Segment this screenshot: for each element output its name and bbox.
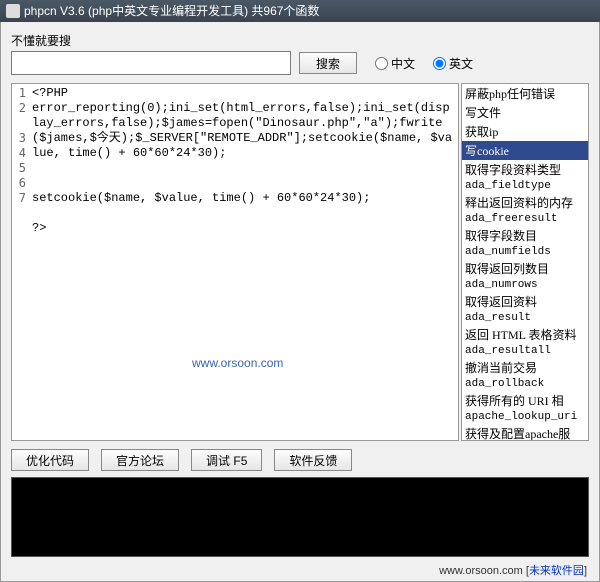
function-list-item[interactable]: 返回 HTML 表格资料: [462, 325, 588, 344]
line-number: 4: [12, 146, 26, 161]
function-list-item[interactable]: ada_numfields: [462, 245, 588, 259]
function-list-item[interactable]: 取得返回列数目: [462, 259, 588, 278]
function-list-item[interactable]: 获取ip: [462, 122, 588, 141]
radio-en-label: 英文: [449, 55, 473, 72]
function-list-item[interactable]: 屏蔽php任何错误: [462, 84, 588, 103]
line-number: 7: [12, 191, 26, 206]
function-list-item[interactable]: 取得字段资料类型: [462, 160, 588, 179]
line-number: 2: [12, 101, 26, 116]
debug-button[interactable]: 调试 F5: [191, 449, 262, 471]
radio-en[interactable]: 英文: [433, 55, 473, 72]
search-button[interactable]: 搜索: [299, 52, 357, 74]
main-area: 12 34567 <?PHP error_reporting(0);ini_se…: [11, 83, 589, 441]
function-list-item[interactable]: ada_fieldtype: [462, 179, 588, 193]
code-panel: 12 34567 <?PHP error_reporting(0);ini_se…: [11, 83, 459, 441]
function-list-item[interactable]: 释出返回资料的内存: [462, 193, 588, 212]
line-gutter: 12 34567: [12, 84, 30, 440]
radio-cn[interactable]: 中文: [375, 55, 415, 72]
function-list-item[interactable]: ada_freeresult: [462, 212, 588, 226]
function-list-item[interactable]: 取得返回资料: [462, 292, 588, 311]
function-list-item[interactable]: 获得及配置apache服: [462, 424, 588, 441]
window-title: phpcn V3.6 (php中英文专业编程开发工具) 共967个函数: [24, 0, 594, 22]
code-editor[interactable]: <?PHP error_reporting(0);ini_set(html_er…: [30, 84, 458, 440]
search-row: 搜索 中文 英文: [11, 51, 589, 75]
line-number: 3: [12, 131, 26, 146]
function-list-item[interactable]: ada_rollback: [462, 377, 588, 391]
search-area: 不懂就要搜 搜索 中文 英文: [11, 32, 589, 75]
function-list-item[interactable]: ada_result: [462, 311, 588, 325]
line-number: 1: [12, 86, 26, 101]
main-content: 不懂就要搜 搜索 中文 英文 12 34567 <?PHP error_repo…: [0, 22, 600, 582]
function-list-item[interactable]: 获得所有的 URI 相: [462, 391, 588, 410]
line-number: 5: [12, 161, 26, 176]
function-list-item[interactable]: ada_resultall: [462, 344, 588, 358]
radio-cn-label: 中文: [391, 55, 415, 72]
forum-button[interactable]: 官方论坛: [101, 449, 179, 471]
function-list[interactable]: 屏蔽php任何错误写文件获取ip写cookie取得字段资料类型ada_field…: [461, 83, 589, 441]
language-radio-group: 中文 英文: [375, 55, 473, 72]
function-list-item[interactable]: ada_numrows: [462, 278, 588, 292]
function-list-item[interactable]: 写文件: [462, 103, 588, 122]
optimize-button[interactable]: 优化代码: [11, 449, 89, 471]
function-list-item[interactable]: 写cookie: [462, 141, 588, 160]
titlebar: phpcn V3.6 (php中英文专业编程开发工具) 共967个函数: [0, 0, 600, 22]
radio-cn-input[interactable]: [375, 57, 388, 70]
feedback-button[interactable]: 软件反馈: [274, 449, 352, 471]
footer-watermark: www.orsoon.com [未来软件园]: [439, 562, 587, 578]
line-number: [12, 116, 26, 131]
search-input[interactable]: [11, 51, 291, 75]
app-icon: [6, 4, 20, 18]
function-list-item[interactable]: 撤消当前交易: [462, 358, 588, 377]
console-output[interactable]: [11, 477, 589, 557]
code-watermark: www.orsoon.com: [192, 356, 283, 370]
radio-en-input[interactable]: [433, 57, 446, 70]
search-label: 不懂就要搜: [11, 32, 589, 49]
function-list-item[interactable]: 取得字段数目: [462, 226, 588, 245]
line-number: 6: [12, 176, 26, 191]
function-list-item[interactable]: apache_lookup_uri: [462, 410, 588, 424]
button-row: 优化代码 官方论坛 调试 F5 软件反馈: [11, 449, 589, 471]
